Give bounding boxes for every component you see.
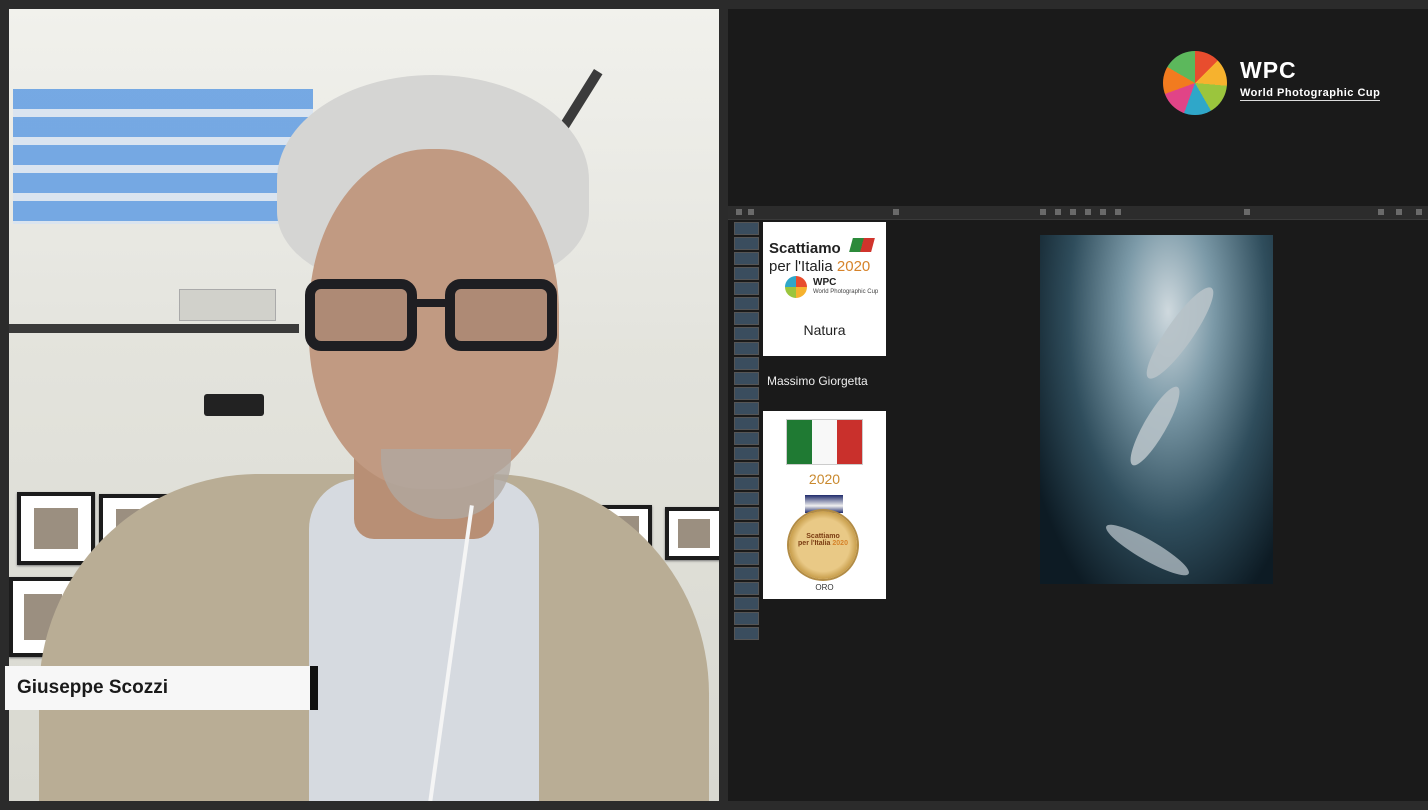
thumbnail[interactable] xyxy=(734,402,759,415)
participant-name-tag: Giuseppe Scozzi xyxy=(5,666,318,710)
thumbnail[interactable] xyxy=(734,297,759,310)
wpc-title: WPC xyxy=(1240,57,1297,83)
toolbar-icon[interactable] xyxy=(1396,209,1402,215)
glasses-icon xyxy=(305,279,565,359)
thumbnail[interactable] xyxy=(734,252,759,265)
toolbar-icon[interactable] xyxy=(1244,209,1250,215)
thumbnail[interactable] xyxy=(734,342,759,355)
thumbnail[interactable] xyxy=(734,432,759,445)
sharks-underwater-photo xyxy=(1040,235,1273,584)
thumbnail[interactable] xyxy=(734,372,759,385)
thumbnail[interactable] xyxy=(734,627,759,640)
shark-shape xyxy=(1122,381,1188,471)
thumbnail[interactable] xyxy=(734,387,759,400)
wpc-globe-icon xyxy=(1163,51,1227,115)
thumbnail[interactable] xyxy=(734,267,759,280)
thumbnail[interactable] xyxy=(734,282,759,295)
toolbar-icon[interactable] xyxy=(1378,209,1384,215)
thumbnail[interactable] xyxy=(734,222,759,235)
toolbar-icon[interactable] xyxy=(1100,209,1106,215)
viewer-toolbar xyxy=(728,206,1428,220)
title-line-1: Scattiamo xyxy=(769,240,841,257)
title-line-2: per l'Italia 2020 xyxy=(769,258,871,275)
author-name: Massimo Giorgetta xyxy=(767,374,868,388)
shark-shape xyxy=(1137,280,1223,386)
thumbnail[interactable] xyxy=(734,447,759,460)
toolbar-icon[interactable] xyxy=(1115,209,1121,215)
title-card: Scattiamo per l'Italia 2020 WPC World Ph… xyxy=(763,222,886,356)
participant-name: Giuseppe Scozzi xyxy=(17,677,168,698)
toolbar-icon[interactable] xyxy=(1040,209,1046,215)
thumbnail[interactable] xyxy=(734,567,759,580)
thumbnail[interactable] xyxy=(734,507,759,520)
thumbnail[interactable] xyxy=(734,582,759,595)
award-year: 2020 xyxy=(808,471,841,487)
thumbnail[interactable] xyxy=(734,552,759,565)
thumbnail[interactable] xyxy=(734,357,759,370)
shark-shape xyxy=(1101,517,1194,583)
wall-picture xyxy=(665,507,719,560)
thumbnail[interactable] xyxy=(734,237,759,250)
thumbnail[interactable] xyxy=(734,417,759,430)
wpc-subtitle: World Photographic Cup xyxy=(1240,87,1381,101)
toolbar-icon[interactable] xyxy=(736,209,742,215)
thumbnail[interactable] xyxy=(734,537,759,550)
thumbnail[interactable] xyxy=(734,612,759,625)
shared-screen: WPC World Photographic Cup Scattiamo per… xyxy=(728,9,1428,801)
toolbar-icon[interactable] xyxy=(1070,209,1076,215)
wpc-mini-logo-icon xyxy=(785,276,807,298)
toolbar-icon[interactable] xyxy=(1085,209,1091,215)
thumbnail[interactable] xyxy=(734,462,759,475)
gold-medal-icon: Scattiamo per l'Italia 2020 xyxy=(789,511,857,579)
wall-picture xyxy=(17,492,95,565)
projector xyxy=(204,394,264,416)
toolbar-icon[interactable] xyxy=(1055,209,1061,215)
skylight xyxy=(13,89,313,224)
award-card: 2020 Scattiamo per l'Italia 2020 ORO xyxy=(763,411,886,599)
ceiling-beam xyxy=(9,324,299,333)
category-label: Natura xyxy=(803,322,846,338)
award-level: ORO xyxy=(815,583,834,592)
thumbnail[interactable] xyxy=(734,312,759,325)
flag-mini-icon xyxy=(849,238,875,252)
italy-flag-icon xyxy=(787,420,862,464)
thumbnail[interactable] xyxy=(734,327,759,340)
toolbar-icon[interactable] xyxy=(748,209,754,215)
mini-logo-title: WPC xyxy=(813,277,837,288)
thumbnail[interactable] xyxy=(734,477,759,490)
toolbar-icon[interactable] xyxy=(893,209,899,215)
thumbnail-filmstrip[interactable] xyxy=(734,222,759,640)
thumbnail[interactable] xyxy=(734,597,759,610)
air-conditioner xyxy=(179,289,276,321)
mini-logo-subtitle: World Photographic Cup xyxy=(813,289,879,295)
thumbnail[interactable] xyxy=(734,492,759,505)
toolbar-icon[interactable] xyxy=(1416,209,1422,215)
thumbnail[interactable] xyxy=(734,522,759,535)
